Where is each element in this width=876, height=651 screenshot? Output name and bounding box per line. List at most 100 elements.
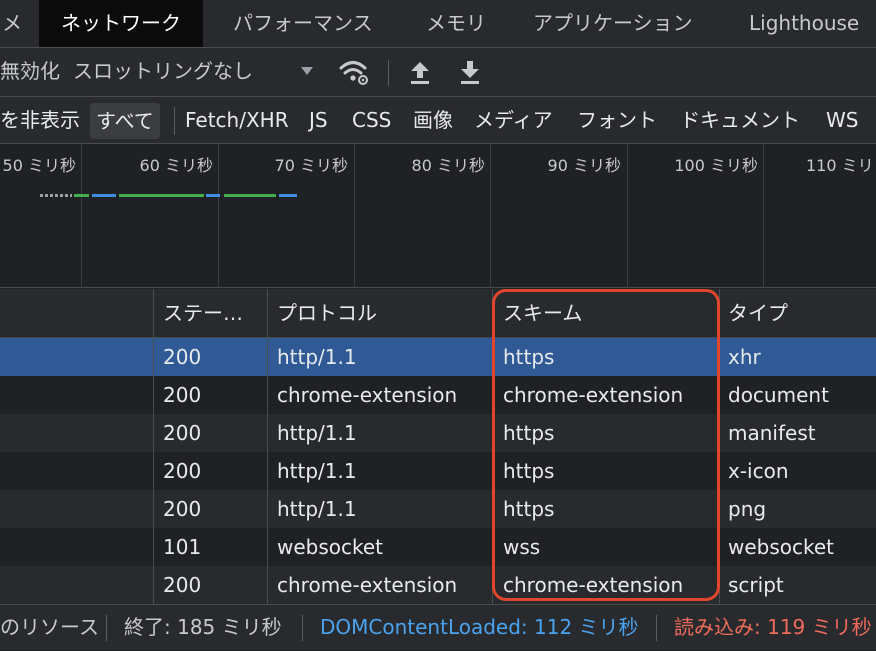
column-header-scheme[interactable]: スキーム xyxy=(503,289,582,337)
column-divider[interactable] xyxy=(492,289,493,604)
timeline-gridline xyxy=(354,144,355,288)
timeline-gridline xyxy=(763,144,764,288)
timeline-gridline xyxy=(81,144,82,288)
timeline-bar-dots xyxy=(40,194,72,197)
cell-type: xhr xyxy=(728,345,761,369)
table-row[interactable]: 200 chrome-extension chrome-extension sc… xyxy=(0,566,876,604)
finish-time: 終了: 185 ミリ秒 xyxy=(124,615,282,639)
filter-img[interactable]: 画像 xyxy=(413,97,453,143)
timeline-tick-label: 100 ミリ秒 xyxy=(674,156,758,175)
cell-scheme: https xyxy=(503,459,555,483)
cell-status: 200 xyxy=(163,421,202,445)
cell-status: 101 xyxy=(163,535,202,559)
status-divider xyxy=(656,615,657,641)
cell-scheme: chrome-extension xyxy=(503,383,684,407)
timeline-tick-label: 80 ミリ秒 xyxy=(411,156,485,175)
cell-type: websocket xyxy=(728,535,835,559)
tab-performance[interactable]: パフォーマンス xyxy=(233,0,373,47)
column-divider[interactable] xyxy=(153,289,154,604)
column-divider[interactable] xyxy=(267,289,268,604)
status-divider xyxy=(106,615,107,641)
tab-memory[interactable]: メモリ xyxy=(426,0,486,47)
cell-scheme: https xyxy=(503,497,555,521)
filter-ws[interactable]: WS xyxy=(826,97,858,143)
cell-scheme: chrome-extension xyxy=(503,573,684,597)
cell-type: script xyxy=(728,573,784,597)
tab-application[interactable]: アプリケーション xyxy=(533,0,693,47)
timeline-tick-label: 50 ミリ秒 xyxy=(2,156,76,175)
tab-elements-partial[interactable]: メ xyxy=(2,0,22,47)
filter-css[interactable]: CSS xyxy=(352,97,391,143)
summary-status-bar: のリソース 終了: 185 ミリ秒 DOMContentLoaded: 112 … xyxy=(0,604,876,650)
filter-media[interactable]: メディア xyxy=(474,97,553,143)
timeline-tick-label: 110 ミリ xyxy=(806,156,874,175)
timeline-bar-blue xyxy=(206,194,220,197)
request-table: ステー… プロトコル スキーム タイプ 200 http/1.1 https x… xyxy=(0,289,876,604)
table-header: ステー… プロトコル スキーム タイプ xyxy=(0,289,876,338)
domcontentloaded-time: DOMContentLoaded: 112 ミリ秒 xyxy=(320,615,639,639)
throttling-dropdown-icon[interactable] xyxy=(299,48,315,96)
cell-status: 200 xyxy=(163,573,202,597)
filter-bar: を非表示 すべて Fetch/XHR JS CSS 画像 メディア フォント ド… xyxy=(0,97,876,144)
cell-type: document xyxy=(728,383,829,407)
column-header-protocol[interactable]: プロトコル xyxy=(277,289,377,337)
cell-protocol: http/1.1 xyxy=(277,459,357,483)
tab-lighthouse[interactable]: Lighthouse xyxy=(749,0,859,47)
timeline-bar-green xyxy=(119,194,204,197)
filter-divider xyxy=(174,107,175,135)
timeline-tick-label: 60 ミリ秒 xyxy=(139,156,213,175)
cell-status: 200 xyxy=(163,383,202,407)
timeline-tick-label: 70 ミリ秒 xyxy=(274,156,348,175)
cell-protocol: http/1.1 xyxy=(277,497,357,521)
timeline-gridline xyxy=(218,144,219,288)
filter-fetch-xhr[interactable]: Fetch/XHR xyxy=(185,97,289,143)
throttling-select[interactable]: スロットリングなし xyxy=(73,48,253,96)
column-header-type[interactable]: タイプ xyxy=(728,289,788,337)
filter-doc[interactable]: ドキュメント xyxy=(680,97,800,143)
hide-data-urls-label[interactable]: を非表示 xyxy=(0,97,80,143)
network-toolbar: 無効化 スロットリングなし xyxy=(0,48,876,97)
network-conditions-icon[interactable] xyxy=(338,48,370,96)
resources-summary: のリソース xyxy=(0,615,99,639)
timeline-overview[interactable]: 50 ミリ秒 60 ミリ秒 70 ミリ秒 80 ミリ秒 90 ミリ秒 100 ミ… xyxy=(0,144,876,288)
cell-type: png xyxy=(728,497,767,521)
cell-scheme: https xyxy=(503,421,555,445)
tab-network[interactable]: ネットワーク xyxy=(39,0,203,47)
timeline-gridline xyxy=(490,144,491,288)
disable-cache-label[interactable]: 無効化 xyxy=(0,48,60,96)
cell-scheme: wss xyxy=(503,535,541,559)
cell-status: 200 xyxy=(163,345,202,369)
filter-js[interactable]: JS xyxy=(309,97,328,143)
column-header-status[interactable]: ステー… xyxy=(163,289,243,337)
table-row[interactable]: 200 chrome-extension chrome-extension do… xyxy=(0,376,876,414)
status-divider xyxy=(302,615,303,641)
timeline-bar-green xyxy=(74,194,89,197)
timeline-tick-label: 90 ミリ秒 xyxy=(547,156,621,175)
cell-protocol: chrome-extension xyxy=(277,573,458,597)
table-row[interactable]: 200 http/1.1 https manifest xyxy=(0,414,876,452)
import-har-icon[interactable] xyxy=(408,48,432,96)
table-row[interactable]: 200 http/1.1 https xhr xyxy=(0,338,876,376)
panel-tab-bar: メ ネットワーク パフォーマンス メモリ アプリケーション Lighthouse xyxy=(0,0,876,48)
cell-type: manifest xyxy=(728,421,816,445)
timeline-bar-green xyxy=(224,194,276,197)
cell-protocol: http/1.1 xyxy=(277,421,357,445)
column-divider[interactable] xyxy=(719,289,720,604)
table-row[interactable]: 200 http/1.1 https x-icon xyxy=(0,452,876,490)
cell-status: 200 xyxy=(163,459,202,483)
cell-protocol: chrome-extension xyxy=(277,383,458,407)
load-time: 読み込み: 119 ミリ秒 xyxy=(674,615,872,639)
timeline-gridline xyxy=(627,144,628,288)
cell-scheme: https xyxy=(503,345,555,369)
timeline-bar-blue xyxy=(279,194,297,197)
cell-protocol: http/1.1 xyxy=(277,345,357,369)
cell-status: 200 xyxy=(163,497,202,521)
export-har-icon[interactable] xyxy=(458,48,482,96)
table-row[interactable]: 101 websocket wss websocket xyxy=(0,528,876,566)
cell-protocol: websocket xyxy=(277,535,384,559)
filter-all[interactable]: すべて xyxy=(90,103,160,139)
filter-font[interactable]: フォント xyxy=(577,97,657,143)
cell-type: x-icon xyxy=(728,459,789,483)
table-row[interactable]: 200 http/1.1 https png xyxy=(0,490,876,528)
timeline-bar-blue xyxy=(92,194,116,197)
